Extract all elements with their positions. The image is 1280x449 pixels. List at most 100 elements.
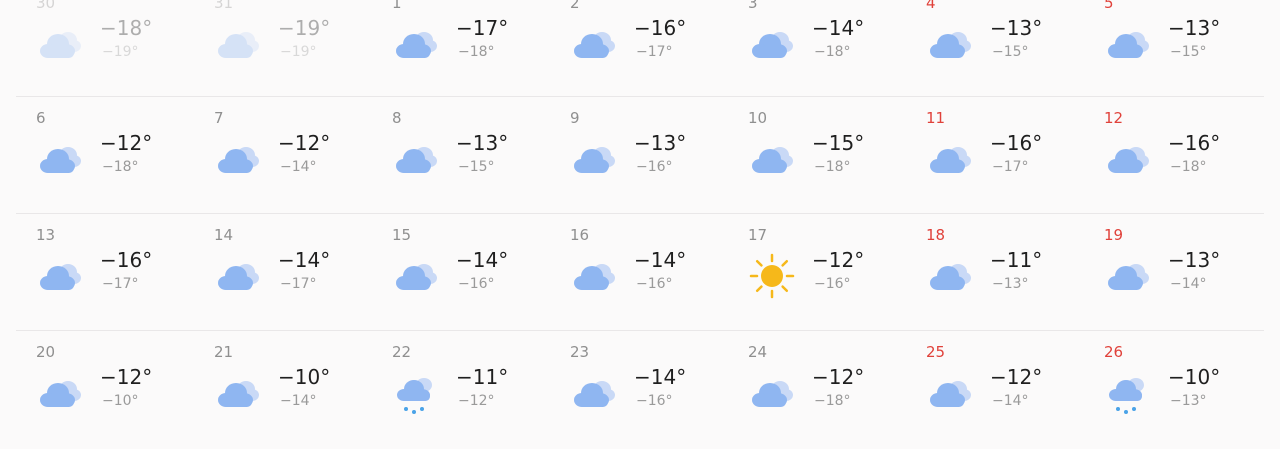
day-number: 17 — [748, 226, 768, 244]
day-cell[interactable]: 23 −14° −16° — [550, 331, 728, 449]
night-temperature: −15° — [458, 159, 495, 175]
day-temperature: −16° — [1168, 131, 1221, 155]
forecast-calendar: 30 −18° −19° 31 −19° −19° 1 −17° −18° 2 … — [0, 0, 1280, 416]
cloudy-icon — [926, 135, 974, 183]
day-number: 18 — [926, 226, 946, 244]
cloudy-icon — [36, 135, 84, 183]
day-cell[interactable]: 13 −16° −17° — [16, 214, 194, 332]
day-cell[interactable]: 9 −13° −16° — [550, 97, 728, 215]
day-number: 2 — [570, 0, 580, 12]
day-cell[interactable]: 31 −19° −19° — [194, 0, 372, 100]
day-number: 31 — [214, 0, 234, 12]
day-cell[interactable]: 22 −11° −12° — [372, 331, 550, 449]
night-temperature: −18° — [102, 159, 139, 175]
day-temperature: −12° — [812, 248, 865, 272]
night-temperature: −10° — [102, 393, 139, 409]
day-temperature: −12° — [100, 365, 153, 389]
night-temperature: −18° — [458, 44, 495, 60]
day-number: 9 — [570, 109, 580, 127]
day-number: 12 — [1104, 109, 1124, 127]
cloudy-icon — [570, 252, 618, 300]
day-temperature: −11° — [990, 248, 1043, 272]
day-cell[interactable]: 6 −12° −18° — [16, 97, 194, 215]
night-temperature: −16° — [458, 276, 495, 292]
cloudy-icon — [570, 135, 618, 183]
cloudy-icon — [214, 135, 262, 183]
day-cell[interactable]: 2 −16° −17° — [550, 0, 728, 100]
day-temperature: −16° — [100, 248, 153, 272]
day-cell[interactable]: 3 −14° −18° — [728, 0, 906, 100]
day-number: 25 — [926, 343, 946, 361]
day-cell[interactable]: 25 −12° −14° — [906, 331, 1084, 449]
day-cell[interactable]: 10 −15° −18° — [728, 97, 906, 215]
cloudy-icon — [748, 369, 796, 417]
day-cell[interactable]: 12 −16° −18° — [1084, 97, 1262, 215]
day-cell[interactable]: 1 −17° −18° — [372, 0, 550, 100]
night-temperature: −12° — [458, 393, 495, 409]
day-number: 7 — [214, 109, 224, 127]
day-cell[interactable]: 19 −13° −14° — [1084, 214, 1262, 332]
day-temperature: −13° — [1168, 16, 1221, 40]
cloudy-icon — [1104, 20, 1152, 68]
day-number: 6 — [36, 109, 46, 127]
night-temperature: −19° — [102, 44, 139, 60]
night-temperature: −14° — [992, 393, 1029, 409]
cloudy-icon — [1104, 135, 1152, 183]
day-number: 20 — [36, 343, 56, 361]
day-cell[interactable]: 18 −11° −13° — [906, 214, 1084, 332]
day-number: 14 — [214, 226, 234, 244]
day-cell[interactable]: 24 −12° −18° — [728, 331, 906, 449]
sun-icon — [748, 252, 796, 300]
night-temperature: −17° — [102, 276, 139, 292]
day-temperature: −17° — [456, 16, 509, 40]
day-cell[interactable]: 7 −12° −14° — [194, 97, 372, 215]
cloudy-icon — [570, 20, 618, 68]
snow-icon — [1104, 369, 1152, 417]
night-temperature: −14° — [280, 393, 317, 409]
day-number: 10 — [748, 109, 768, 127]
day-number: 22 — [392, 343, 412, 361]
night-temperature: −17° — [636, 44, 673, 60]
day-temperature: −14° — [634, 365, 687, 389]
day-temperature: −14° — [634, 248, 687, 272]
night-temperature: −14° — [280, 159, 317, 175]
night-temperature: −19° — [280, 44, 317, 60]
day-cell[interactable]: 15 −14° −16° — [372, 214, 550, 332]
day-cell[interactable]: 30 −18° −19° — [16, 0, 194, 100]
day-cell[interactable]: 21 −10° −14° — [194, 331, 372, 449]
cloudy-icon — [392, 20, 440, 68]
day-cell[interactable]: 14 −14° −17° — [194, 214, 372, 332]
day-cell[interactable]: 17 −12° −16° — [728, 214, 906, 332]
day-cell[interactable]: 20 −12° −10° — [16, 331, 194, 449]
day-number: 15 — [392, 226, 412, 244]
week-row: 30 −18° −19° 31 −19° −19° 1 −17° −18° 2 … — [0, 0, 1280, 100]
day-number: 21 — [214, 343, 234, 361]
day-cell[interactable]: 11 −16° −17° — [906, 97, 1084, 215]
night-temperature: −13° — [1170, 393, 1207, 409]
cloudy-icon — [1104, 252, 1152, 300]
day-temperature: −12° — [278, 131, 331, 155]
day-number: 23 — [570, 343, 590, 361]
day-temperature: −15° — [812, 131, 865, 155]
day-number: 5 — [1104, 0, 1114, 12]
cloudy-icon — [392, 252, 440, 300]
day-cell[interactable]: 26 −10° −13° — [1084, 331, 1262, 449]
snow-icon — [392, 369, 440, 417]
night-temperature: −18° — [1170, 159, 1207, 175]
cloudy-icon — [926, 20, 974, 68]
cloudy-icon — [36, 252, 84, 300]
cloudy-icon — [36, 20, 84, 68]
day-number: 24 — [748, 343, 768, 361]
day-temperature: −13° — [1168, 248, 1221, 272]
day-number: 1 — [392, 0, 402, 12]
day-number: 16 — [570, 226, 590, 244]
night-temperature: −18° — [814, 44, 851, 60]
day-cell[interactable]: 16 −14° −16° — [550, 214, 728, 332]
night-temperature: −13° — [992, 276, 1029, 292]
day-cell[interactable]: 4 −13° −15° — [906, 0, 1084, 100]
day-temperature: −14° — [456, 248, 509, 272]
night-temperature: −16° — [636, 276, 673, 292]
night-temperature: −15° — [1170, 44, 1207, 60]
day-cell[interactable]: 5 −13° −15° — [1084, 0, 1262, 100]
day-cell[interactable]: 8 −13° −15° — [372, 97, 550, 215]
